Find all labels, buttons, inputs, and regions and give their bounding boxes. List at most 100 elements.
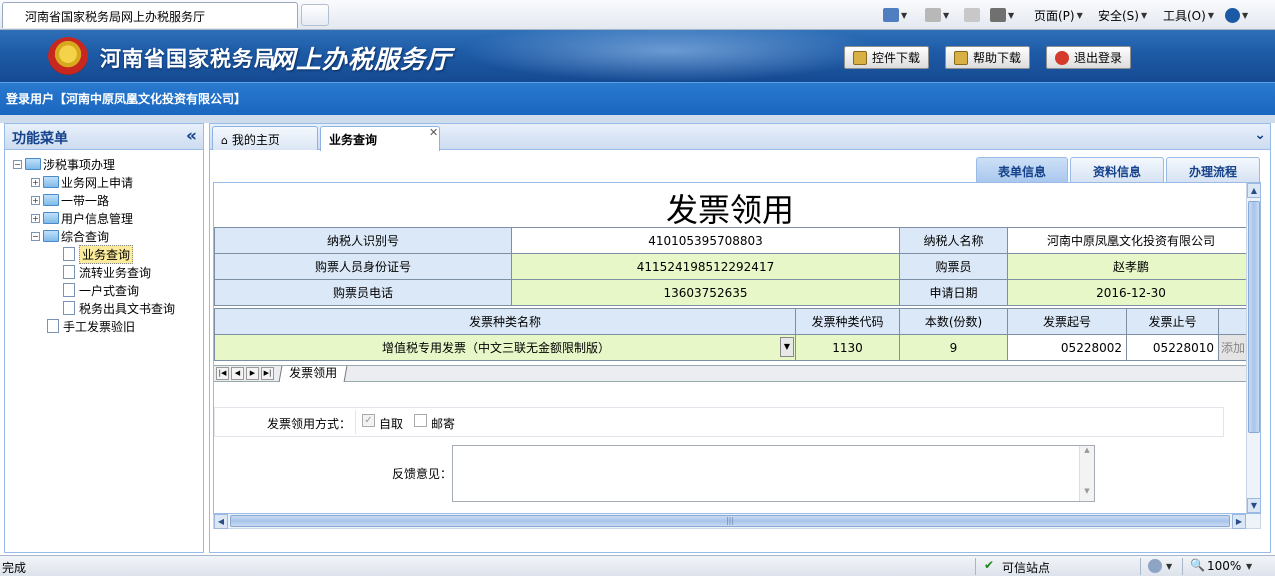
folder-icon <box>43 194 59 206</box>
vertical-scroll-thumb[interactable] <box>1248 201 1260 433</box>
close-tab-icon[interactable]: ✕ <box>429 126 438 139</box>
folder-icon <box>43 212 59 224</box>
form-horizontal-scrollbar[interactable]: ◀ ||| ▶ <box>213 514 1261 529</box>
sheet-tab[interactable]: 发票领用 <box>278 365 348 382</box>
collapse-icon[interactable]: − <box>31 231 40 241</box>
tab-form-info[interactable]: 表单信息 <box>976 157 1068 182</box>
tree-node-user-info[interactable]: + 用户信息管理 <box>13 209 175 227</box>
help-menu[interactable]: ▼ <box>1225 5 1248 25</box>
tree-node-manual-invoice[interactable]: 手工发票验旧 <box>13 317 175 335</box>
tree-node-root[interactable]: − 涉税事项办理 <box>13 155 175 173</box>
taxpayer-id-label: 纳税人识别号 <box>214 227 512 254</box>
next-sheet-icon[interactable]: ▶ <box>246 367 259 380</box>
folder-icon <box>43 176 59 188</box>
invoice-end-no[interactable]: 05228010 <box>1126 334 1219 361</box>
horizontal-scroll-thumb[interactable]: ||| <box>230 515 1230 527</box>
download-icon <box>954 50 968 65</box>
tab-business-query[interactable]: 业务查询 <box>320 126 440 151</box>
expand-icon[interactable]: + <box>31 177 40 187</box>
invoice-type-selected: 增值税专用发票（中文三联无金额限制版） <box>381 341 610 355</box>
feedback-scrollbar[interactable]: ▲ ▼ <box>1079 446 1094 501</box>
help-download-label: 帮助下载 <box>973 51 1022 65</box>
tree-node-business-query[interactable]: 业务查询 <box>13 244 175 264</box>
collapse-icon[interactable]: − <box>13 159 22 169</box>
trusted-check-icon: ✔ <box>984 558 995 572</box>
apply-date-value[interactable]: 2016-12-30 <box>1007 279 1255 306</box>
buyer-phone-label: 购票员电话 <box>214 279 512 306</box>
dropdown-arrow-icon[interactable]: ▼ <box>780 337 794 357</box>
invoice-end-header: 发票止号 <box>1126 308 1219 335</box>
tree-label: 用户信息管理 <box>61 211 134 226</box>
form-title: 发票领用 <box>665 191 794 229</box>
printer-icon <box>990 8 1006 22</box>
scroll-right-icon[interactable]: ▶ <box>1232 514 1246 529</box>
status-divider <box>1140 558 1141 575</box>
feeds-button[interactable]: ▼ <box>925 5 949 25</box>
zoom-dropdown-icon[interactable]: ▼ <box>1246 562 1252 571</box>
taxpayer-name-value: 河南中原凤凰文化投资有限公司 <box>1007 227 1255 254</box>
mail-checkbox[interactable] <box>414 414 427 427</box>
expand-icon[interactable]: + <box>31 195 40 205</box>
scroll-down-icon[interactable]: ▼ <box>1080 487 1094 501</box>
tab-process[interactable]: 办理流程 <box>1166 157 1260 182</box>
expand-icon[interactable]: + <box>31 213 40 223</box>
tree-node-online-apply[interactable]: + 业务网上申请 <box>13 173 175 191</box>
feedback-textarea[interactable]: ▲ ▼ <box>452 445 1095 502</box>
protected-mode-icon[interactable] <box>1148 559 1162 573</box>
buyer-phone-value[interactable]: 13603752635 <box>511 279 900 306</box>
sheet-tab-bar: |◀ ◀ ▶ ▶| 发票领用 <box>214 365 1246 382</box>
tree-node-tax-doc-query[interactable]: 税务出具文书查询 <box>13 299 175 317</box>
mail-button[interactable] <box>964 5 980 25</box>
buyer-value[interactable]: 赵孝鹏 <box>1007 253 1255 280</box>
feedback-label: 反馈意见： <box>392 467 453 481</box>
prev-sheet-icon[interactable]: ◀ <box>231 367 244 380</box>
menu-tree: − 涉税事项办理 + 业务网上申请 + 一带一路 + 用户信息管理 − 综合查询 业务查询… <box>13 155 175 335</box>
safety-menu[interactable]: 安全(S) ▼ <box>1098 5 1147 25</box>
tree-node-transfer-query[interactable]: 流转业务查询 <box>13 263 175 281</box>
site-banner: 河南省国家税务局 网上办税服务厅 控件下载 帮助下载 退出登录 <box>0 30 1275 82</box>
new-tab-button[interactable] <box>301 4 329 26</box>
invoice-type-code-header: 发票种类代码 <box>795 308 900 335</box>
tree-node-one-stop-query[interactable]: 一户式查询 <box>13 281 175 299</box>
tree-node-comprehensive[interactable]: − 综合查询 <box>13 227 175 245</box>
folder-open-icon <box>25 158 41 170</box>
self-pickup-checkbox[interactable]: ✓ <box>362 414 375 427</box>
tree-label: 涉税事项办理 <box>43 157 116 172</box>
invoice-type-code[interactable]: 1130 <box>795 334 900 361</box>
invoice-type-select[interactable]: 增值税专用发票（中文三联无金额限制版） ▼ <box>214 334 796 361</box>
invoice-count[interactable]: 9 <box>899 334 1008 361</box>
collapse-menu-icon[interactable]: « <box>186 126 197 146</box>
home-button[interactable]: ▼ <box>883 5 907 25</box>
invoice-start-no[interactable]: 05228002 <box>1007 334 1127 361</box>
tools-menu[interactable]: 工具(O) ▼ <box>1163 5 1214 25</box>
buyer-idcard-value[interactable]: 411524198512292417 <box>511 253 900 280</box>
chevron-down-icon[interactable]: ▼ <box>1166 562 1172 571</box>
function-menu-title: 功能菜单 <box>12 131 68 147</box>
buyer-label: 购票员 <box>899 253 1008 280</box>
print-button[interactable]: ▼ <box>990 5 1014 25</box>
first-sheet-icon[interactable]: |◀ <box>216 367 229 380</box>
control-download-button[interactable]: 控件下载 <box>844 46 930 69</box>
browser-tab[interactable]: 河南省国家税务局网上办税服务厅 <box>2 2 298 28</box>
document-icon <box>63 301 75 315</box>
invoice-table: 发票种类名称 发票种类代码 本数(份数) 发票起号 发票止号 增值税专用发票（中… <box>214 308 1255 361</box>
tab-material-info-label: 资料信息 <box>1092 165 1141 179</box>
tab-home[interactable]: ⌂ 我的主页 <box>212 126 318 150</box>
scroll-left-icon[interactable]: ◀ <box>214 514 228 529</box>
site-title: 河南省国家税务局 <box>100 47 276 71</box>
chevron-down-icon[interactable]: ⌄ <box>1254 127 1266 143</box>
form-vertical-scrollbar[interactable]: ▲ ▼ <box>1246 183 1260 513</box>
tab-material-info[interactable]: 资料信息 <box>1070 157 1164 182</box>
status-divider <box>1182 558 1183 575</box>
tree-label: 税务出具文书查询 <box>79 301 176 316</box>
help-download-button[interactable]: 帮助下载 <box>945 46 1031 69</box>
page-menu[interactable]: 页面(P) ▼ <box>1034 5 1083 25</box>
logout-button[interactable]: 退出登录 <box>1046 46 1132 69</box>
tree-node-belt-road[interactable]: + 一带一路 <box>13 191 175 209</box>
scroll-up-icon[interactable]: ▲ <box>1247 183 1260 198</box>
zoom-level[interactable]: 100% <box>1207 559 1241 573</box>
scroll-up-icon[interactable]: ▲ <box>1080 446 1094 460</box>
rss-icon <box>925 8 941 22</box>
last-sheet-icon[interactable]: ▶| <box>261 367 274 380</box>
scroll-down-icon[interactable]: ▼ <box>1247 498 1260 513</box>
